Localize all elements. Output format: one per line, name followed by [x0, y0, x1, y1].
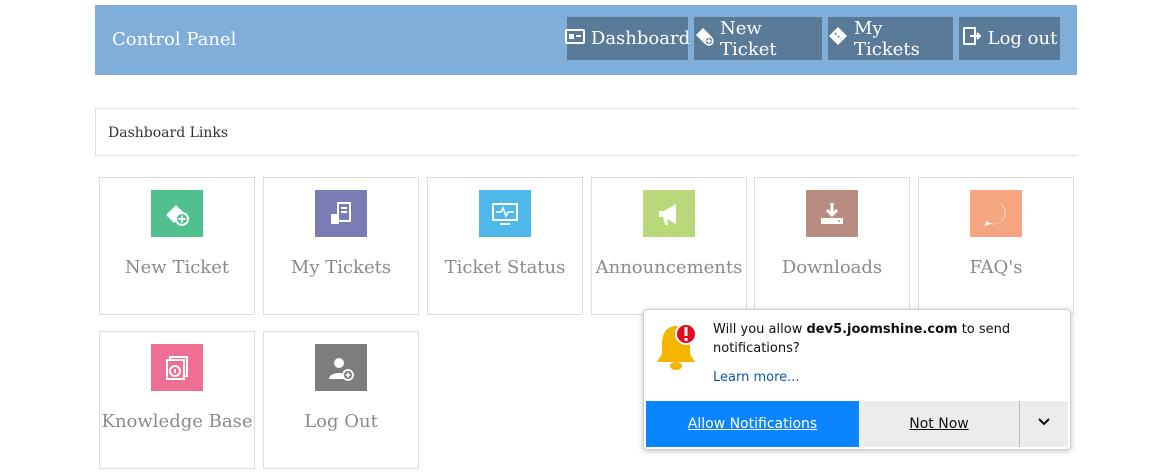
user-logout-icon — [315, 344, 367, 391]
tile-my-tickets[interactable]: My Tickets — [263, 177, 419, 315]
logout-icon — [962, 26, 982, 51]
app-title: Control Panel — [112, 29, 237, 50]
nav-logout-button[interactable]: Log out — [959, 17, 1060, 60]
tile-label: My Tickets — [290, 257, 392, 278]
tile-downloads[interactable]: Downloads — [754, 177, 910, 315]
not-now-button[interactable]: Not Now — [859, 401, 1019, 447]
nav-my-tickets-button[interactable]: My Tickets — [828, 17, 953, 60]
tile-ticket-status[interactable]: Ticket Status — [427, 177, 583, 315]
more-options-button[interactable] — [1019, 401, 1068, 447]
tile-label: Ticket Status — [444, 257, 566, 278]
tile-label: Log Out — [304, 411, 378, 432]
nav-my-tickets-label: My Tickets — [854, 17, 920, 60]
tile-label: Announcements — [595, 257, 743, 278]
megaphone-icon — [643, 190, 695, 237]
message-domain: dev5.joomshine.com — [806, 322, 958, 337]
ticket-icon — [828, 26, 848, 51]
nav-dashboard-button[interactable]: Dashboard — [564, 17, 691, 60]
chevron-down-icon — [1036, 414, 1052, 434]
tile-knowledge-base[interactable]: Knowledge Base — [99, 331, 255, 469]
download-icon — [806, 190, 858, 237]
bell-icon — [652, 320, 700, 372]
message-prefix: Will you allow — [713, 322, 807, 337]
nav-new-ticket-button[interactable]: New Ticket — [694, 17, 822, 60]
tile-label: FAQ's — [969, 257, 1023, 278]
tile-label: Downloads — [781, 257, 883, 278]
notification-message: Will you allow dev5.joomshine.com to sen… — [713, 320, 1053, 358]
question-icon: ? — [970, 190, 1022, 237]
tile-new-ticket[interactable]: New Ticket — [99, 177, 255, 315]
notification-permission-popup: Will you allow dev5.joomshine.com to sen… — [643, 309, 1071, 450]
new-ticket-icon — [694, 26, 714, 51]
monitor-icon — [479, 190, 531, 237]
nav-dashboard-label: Dashboard — [590, 28, 691, 49]
svg-text:?: ? — [992, 207, 1000, 223]
tile-faqs[interactable]: ? FAQ's — [918, 177, 1074, 315]
nav-new-ticket-label: New Ticket — [720, 17, 777, 60]
tile-label: Knowledge Base — [101, 411, 253, 432]
dashboard-icon — [564, 26, 585, 51]
allow-notifications-button[interactable]: Allow Notifications — [646, 401, 859, 447]
nav-logout-label: Log out — [987, 28, 1058, 49]
tile-log-out[interactable]: Log Out — [263, 331, 419, 469]
learn-more-link[interactable]: Learn more... — [713, 370, 800, 385]
new-ticket-icon — [151, 190, 203, 237]
section-header: Dashboard Links — [95, 108, 1077, 156]
my-tickets-icon — [315, 190, 367, 237]
tile-label: New Ticket — [124, 257, 230, 278]
section-title: Dashboard Links — [108, 125, 229, 141]
tile-announcements[interactable]: Announcements — [591, 177, 747, 315]
knowledge-base-icon — [151, 344, 203, 391]
header-bar: Control Panel Dashboard New Ticket My Ti… — [95, 5, 1077, 75]
